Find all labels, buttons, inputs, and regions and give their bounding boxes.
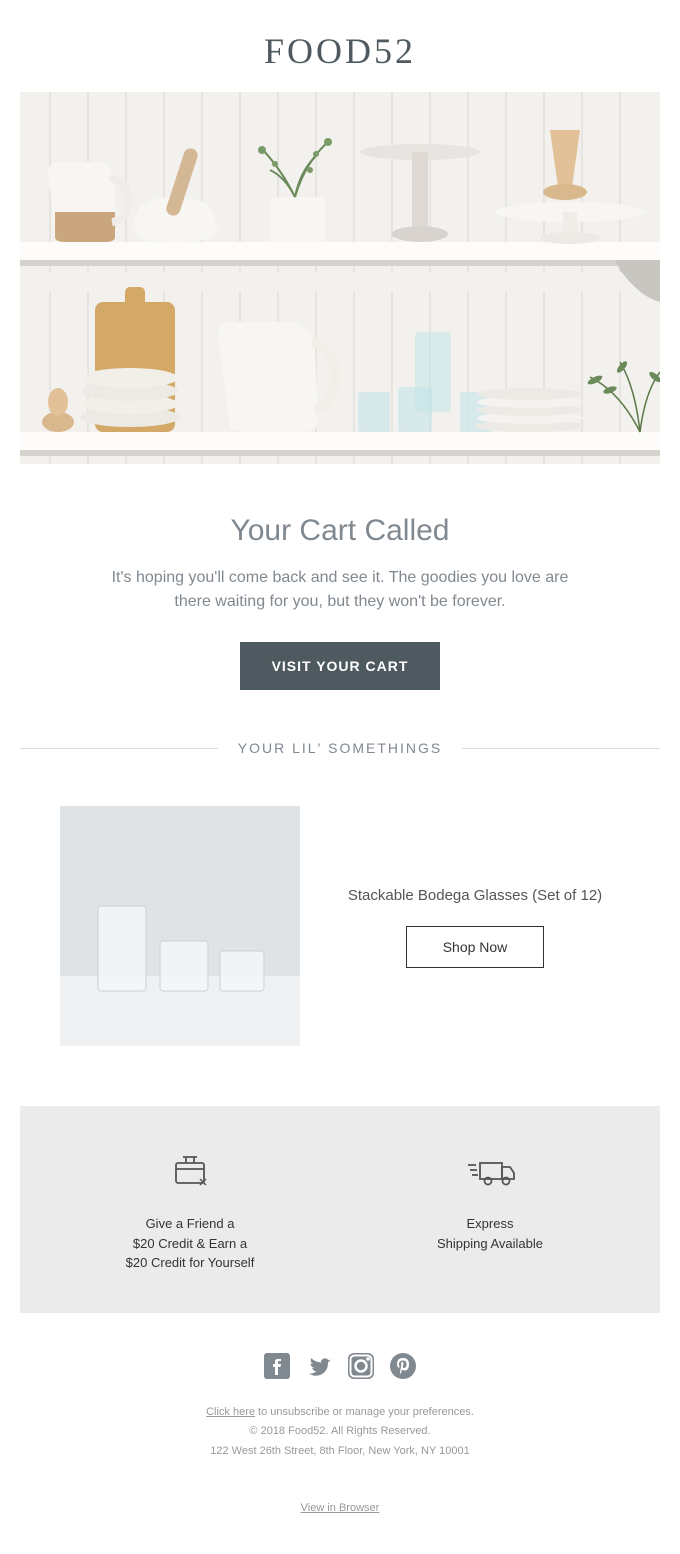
hero-image (20, 92, 660, 464)
shipping-text: Express Shipping Available (340, 1214, 640, 1253)
facebook-icon[interactable] (264, 1353, 290, 1379)
twitter-icon[interactable] (306, 1353, 332, 1379)
header: FOOD52 (0, 0, 680, 92)
product-info: Stackable Bodega Glasses (Set of 12) Sho… (330, 885, 620, 968)
subtext: It's hoping you'll come back and see it.… (100, 566, 580, 614)
pinterest-icon[interactable] (390, 1353, 416, 1379)
social-section: Click here to unsubscribe or manage your… (0, 1313, 680, 1482)
copyright: © 2018 Food52. All Rights Reserved. (0, 1422, 680, 1442)
address: 122 West 26th Street, 8th Floor, New Yor… (0, 1442, 680, 1462)
divider-line-right (462, 748, 660, 749)
product-name: Stackable Bodega Glasses (Set of 12) (330, 885, 620, 906)
unsubscribe-link[interactable]: Click here (206, 1406, 255, 1418)
section-divider: YOUR LIL' SOMETHINGS (0, 710, 680, 786)
gift-card-icon (40, 1146, 340, 1196)
divider-label: YOUR LIL' SOMETHINGS (218, 740, 462, 756)
visit-cart-button[interactable]: VISIT YOUR CART (240, 642, 441, 690)
referral-text: Give a Friend a $20 Credit & Earn a $20 … (40, 1214, 340, 1273)
headline-section: Your Cart Called It's hoping you'll come… (0, 464, 680, 710)
headline: Your Cart Called (40, 514, 640, 548)
brand-logo[interactable]: FOOD52 (0, 30, 680, 72)
view-browser-section: View in Browser (0, 1482, 680, 1554)
product-image[interactable] (60, 806, 300, 1046)
view-browser-link[interactable]: View in Browser (301, 1502, 380, 1514)
referral-benefit[interactable]: Give a Friend a $20 Credit & Earn a $20 … (40, 1146, 340, 1273)
truck-icon (340, 1146, 640, 1196)
product-section: Stackable Bodega Glasses (Set of 12) Sho… (0, 786, 680, 1086)
shop-now-button[interactable]: Shop Now (406, 926, 545, 968)
instagram-icon[interactable] (348, 1353, 374, 1379)
divider-line-left (20, 748, 218, 749)
footer-text: Click here to unsubscribe or manage your… (0, 1403, 680, 1462)
social-icons (0, 1353, 680, 1379)
shipping-benefit[interactable]: Express Shipping Available (340, 1146, 640, 1273)
benefits-section: Give a Friend a $20 Credit & Earn a $20 … (20, 1106, 660, 1313)
